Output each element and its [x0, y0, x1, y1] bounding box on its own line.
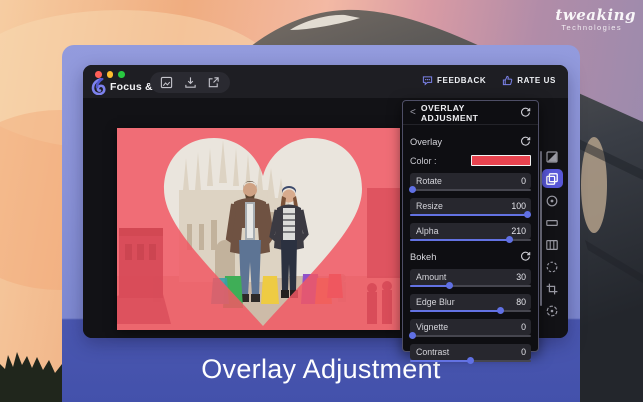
slider-label: Amount — [416, 272, 447, 282]
slider-track[interactable] — [410, 357, 531, 365]
slider-track[interactable] — [410, 236, 531, 244]
slider-value: 100 — [511, 201, 526, 211]
slider-label: Alpha — [416, 226, 439, 236]
titlebar-toolbar — [150, 72, 230, 93]
slider-fill — [410, 214, 528, 216]
crop-icon — [546, 283, 558, 294]
panel-body: Overlay Color : Rotate 0 Resize 100 Alph… — [403, 125, 538, 365]
side-toolbar — [539, 147, 565, 320]
export-share-icon[interactable] — [207, 76, 220, 89]
traffic-lights — [95, 71, 125, 78]
tool-crop-icon[interactable] — [542, 279, 563, 298]
slider-row: Vignette 0 — [408, 319, 531, 340]
slider-track[interactable] — [410, 211, 531, 219]
slider-thumb[interactable] — [408, 332, 416, 340]
tweaking-technologies-logo: tweaking Technologies — [555, 8, 636, 32]
rate-us-label: RATE US — [517, 76, 556, 85]
slider-label: Resize — [416, 201, 443, 211]
feedback-button[interactable]: FEEDBACK — [422, 75, 486, 86]
zoom-button[interactable] — [118, 71, 125, 78]
panel-title: OVERLAY ADJUSMENT — [420, 102, 479, 123]
slider-thumb[interactable] — [446, 282, 454, 290]
tool-column-grid-icon[interactable] — [542, 235, 563, 254]
slider-row: Alpha 210 — [410, 223, 531, 244]
thumbs-up-icon — [503, 75, 513, 86]
slider-value: 0 — [521, 322, 526, 332]
app-logo-icon — [91, 78, 106, 95]
overlay-color-swatch[interactable] — [471, 155, 531, 166]
overlay-frames-icon — [546, 172, 558, 185]
slider-row: Edge Blur 80 — [410, 294, 531, 315]
focus-point-icon — [546, 305, 558, 316]
open-image-icon[interactable] — [160, 76, 173, 89]
minimize-button[interactable] — [106, 71, 113, 78]
tool-linear-band-icon[interactable] — [542, 213, 563, 232]
section-title: Bokeh — [410, 251, 437, 262]
linear-band-icon — [546, 219, 558, 226]
tool-focus-point-icon[interactable] — [542, 301, 563, 320]
slider-row: Resize 100 — [410, 198, 531, 219]
slider-value: 80 — [516, 297, 526, 307]
slider-thumb[interactable] — [408, 186, 416, 194]
overlay-sliders: Rotate 0 Resize 100 Alpha 210 — [408, 173, 531, 244]
slider-label: Contrast — [416, 347, 450, 357]
save-download-icon[interactable] — [184, 76, 197, 89]
panel-reset-icon[interactable] — [520, 107, 531, 118]
panel-scrollbar[interactable] — [540, 151, 542, 306]
brand-sub-text: Technologies — [561, 23, 622, 32]
slider-thumb[interactable] — [497, 307, 505, 315]
radial-focus-icon — [546, 195, 558, 206]
slider-fill — [410, 310, 501, 312]
titlebar: Focus & Blur FEEDBACK RATE US — [83, 65, 568, 98]
overlay-reset-icon[interactable] — [520, 136, 531, 147]
tool-overlay-frames-icon[interactable] — [541, 169, 563, 188]
panel-header: < OVERLAY ADJUSMENT — [403, 101, 538, 125]
section-title: Overlay — [410, 136, 443, 147]
tool-radial-focus-icon[interactable] — [542, 191, 563, 210]
slider-fill — [410, 360, 471, 362]
color-label: Color : — [410, 155, 437, 166]
section-overlay-header: Overlay — [410, 133, 531, 150]
slider-label: Edge Blur — [416, 297, 455, 307]
screenshot-root: tweaking Technologies Overlay Adjustment… — [0, 0, 643, 402]
color-row: Color : — [410, 152, 531, 169]
slider-track[interactable] — [408, 186, 531, 194]
slider-track[interactable] — [410, 307, 531, 315]
bokeh-sliders: Amount 30 Edge Blur 80 Vignette 0 Contra… — [408, 269, 531, 365]
heart-overlay-photo — [117, 128, 400, 330]
tool-diagonal-split-icon[interactable] — [542, 147, 563, 166]
titlebar-right-links: FEEDBACK RATE US — [422, 75, 556, 86]
slider-row: Rotate 0 — [408, 173, 531, 194]
bokeh-reset-icon[interactable] — [520, 251, 531, 262]
app-window: Focus & Blur FEEDBACK RATE US < OVERLAY … — [83, 65, 568, 365]
slider-label: Vignette — [416, 322, 449, 332]
slider-value: 30 — [516, 272, 526, 282]
slider-row: Contrast 0 — [410, 344, 531, 365]
brand-script-text: tweaking — [555, 6, 636, 24]
feedback-chat-icon — [422, 76, 433, 86]
section-bokeh-header: Bokeh — [410, 248, 531, 265]
slider-row: Amount 30 — [410, 269, 531, 290]
overlay-adjustment-panel: < OVERLAY ADJUSMENT Overlay Color : Rota… — [402, 100, 542, 365]
rate-us-button[interactable]: RATE US — [502, 75, 556, 86]
back-chevron-icon[interactable]: < — [410, 107, 416, 118]
slider-track[interactable] — [410, 282, 531, 290]
slider-value: 0 — [521, 347, 526, 357]
slider-thumb[interactable] — [505, 236, 513, 244]
slider-value: 0 — [521, 176, 526, 186]
dashed-circle-icon — [546, 261, 558, 272]
feedback-label: FEEDBACK — [437, 76, 487, 85]
photo-preview[interactable] — [117, 128, 400, 330]
slider-thumb[interactable] — [523, 211, 531, 219]
close-button[interactable] — [95, 71, 102, 78]
slider-label: Rotate — [416, 176, 442, 186]
slider-value: 210 — [511, 226, 526, 236]
slider-fill — [410, 239, 510, 241]
tool-dashed-circle-icon[interactable] — [542, 257, 563, 276]
slider-track[interactable] — [408, 332, 531, 340]
column-grid-icon — [546, 239, 558, 250]
slider-fill — [410, 285, 450, 287]
diagonal-split-icon — [546, 150, 558, 163]
